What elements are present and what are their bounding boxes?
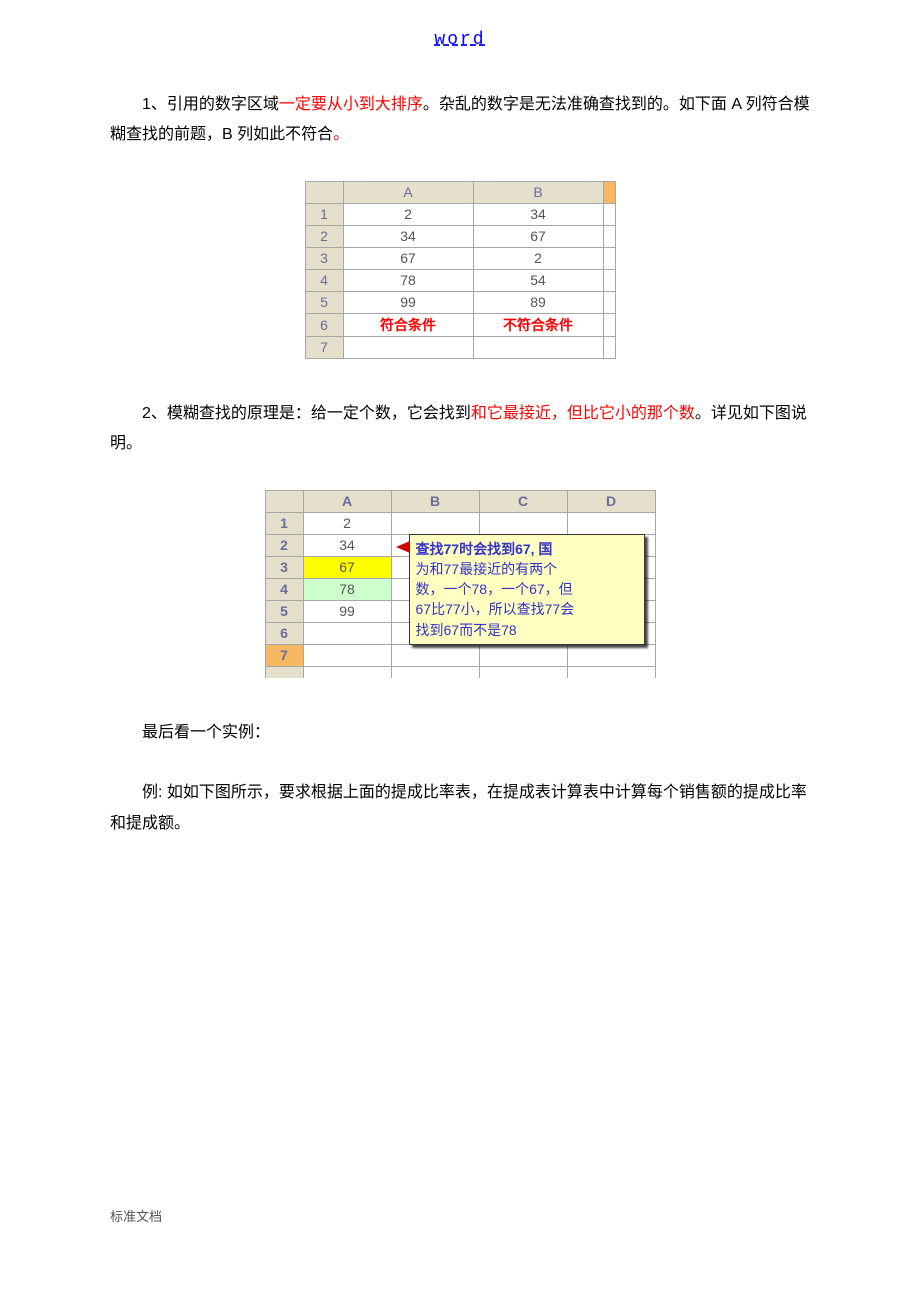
table-cell: 99: [343, 291, 473, 313]
table-cell: [603, 225, 615, 247]
table-cell: 34: [473, 203, 603, 225]
table-cell: [479, 512, 567, 534]
col-header-a: A: [343, 181, 473, 203]
para2-highlight: 和它最接近，但比它小的那个数: [471, 405, 695, 422]
col-header-extra: [603, 181, 615, 203]
row-header: 5: [265, 600, 303, 622]
table-cell: [303, 622, 391, 644]
table-cell: [479, 644, 567, 666]
table-cell: 34: [303, 534, 391, 556]
tooltip-line: 67比77小，所以查找77会: [416, 601, 575, 617]
table-cell: [567, 512, 655, 534]
pointer-arrow-icon: [396, 541, 410, 553]
footer-label: 标准文档: [110, 1206, 162, 1225]
row-header: 3: [305, 247, 343, 269]
col-header-a: A: [303, 490, 391, 512]
table-cell: [603, 247, 615, 269]
table-cell: [603, 313, 615, 336]
table-cell: [343, 336, 473, 358]
table-1: A B 1 2 34 2 34 67 3 67 2: [305, 181, 616, 359]
paragraph-2: 2、模糊查找的原理是：给一定个数，它会找到和它最接近，但比它小的那个数。详见如下…: [110, 399, 810, 460]
row-header: 1: [265, 512, 303, 534]
row-header: 3: [265, 556, 303, 578]
table-cell: 89: [473, 291, 603, 313]
tooltip-line: 找到67而不是78: [416, 622, 517, 638]
table-cell: [303, 644, 391, 666]
table-cell: [603, 336, 615, 358]
paragraph-4: 例: 如如下图所示，要求根据上面的提成比率表，在提成表计算表中计算每个销售额的提…: [110, 778, 810, 839]
col-header-b: B: [473, 181, 603, 203]
col-header-c: C: [479, 490, 567, 512]
row-header-selected: 7: [265, 644, 303, 666]
table-cell: [479, 666, 567, 678]
col-header-d: D: [567, 490, 655, 512]
table-cell: [603, 269, 615, 291]
para1-highlight: 一定要从小到大排序: [279, 96, 423, 113]
paragraph-1: 1、引用的数字区域一定要从小到大排序。杂乱的数字是无法准确查找到的。如下面 A …: [110, 90, 810, 151]
table-cell-highlight: 67: [303, 556, 391, 578]
row-header: 6: [305, 313, 343, 336]
table-cell: 34: [343, 225, 473, 247]
tooltip-line: 查找77时会找到67, 国: [416, 541, 553, 557]
tooltip-line: 为和77最接近的有两个: [416, 561, 558, 577]
row-header: 5: [305, 291, 343, 313]
table-cell: [567, 644, 655, 666]
table-cell: [391, 644, 479, 666]
table-cell-highlight: 78: [303, 578, 391, 600]
row-header: 6: [265, 622, 303, 644]
table-cell: [473, 336, 603, 358]
comment-tooltip: 查找77时会找到67, 国 为和77最接近的有两个 数，一个78，一个67，但 …: [409, 534, 645, 645]
para1-endmark: 。: [333, 126, 349, 143]
row-header: 1: [305, 203, 343, 225]
row-header: [265, 666, 303, 678]
table-cell: 2: [473, 247, 603, 269]
para2-prefix: 2、模糊查找的原理是：给一定个数，它会找到: [142, 405, 471, 422]
table-corner: [305, 181, 343, 203]
tooltip-line: 数，一个78，一个67，但: [416, 581, 573, 597]
table-cell: 54: [473, 269, 603, 291]
table-cell: [567, 666, 655, 678]
para1-prefix: 1、引用的数字区域: [142, 96, 279, 113]
table-cell: 2: [343, 203, 473, 225]
table-cell: 2: [303, 512, 391, 534]
row-header: 4: [305, 269, 343, 291]
row-header: 7: [305, 336, 343, 358]
table-cell: [391, 666, 479, 678]
table-cell: [603, 203, 615, 225]
table-cell-label: 符合条件: [343, 313, 473, 336]
col-header-b: B: [391, 490, 479, 512]
table-cell: 67: [343, 247, 473, 269]
table-cell: 78: [343, 269, 473, 291]
table-cell: 99: [303, 600, 391, 622]
row-header: 2: [265, 534, 303, 556]
row-header: 2: [305, 225, 343, 247]
header-link[interactable]: word: [110, 30, 810, 50]
table-cell: [603, 291, 615, 313]
table-cell: 67: [473, 225, 603, 247]
row-header: 4: [265, 578, 303, 600]
table-corner: [265, 490, 303, 512]
table-cell: [391, 512, 479, 534]
table-cell-label: 不符合条件: [473, 313, 603, 336]
paragraph-3: 最后看一个实例：: [110, 718, 810, 748]
table-cell: [303, 666, 391, 678]
